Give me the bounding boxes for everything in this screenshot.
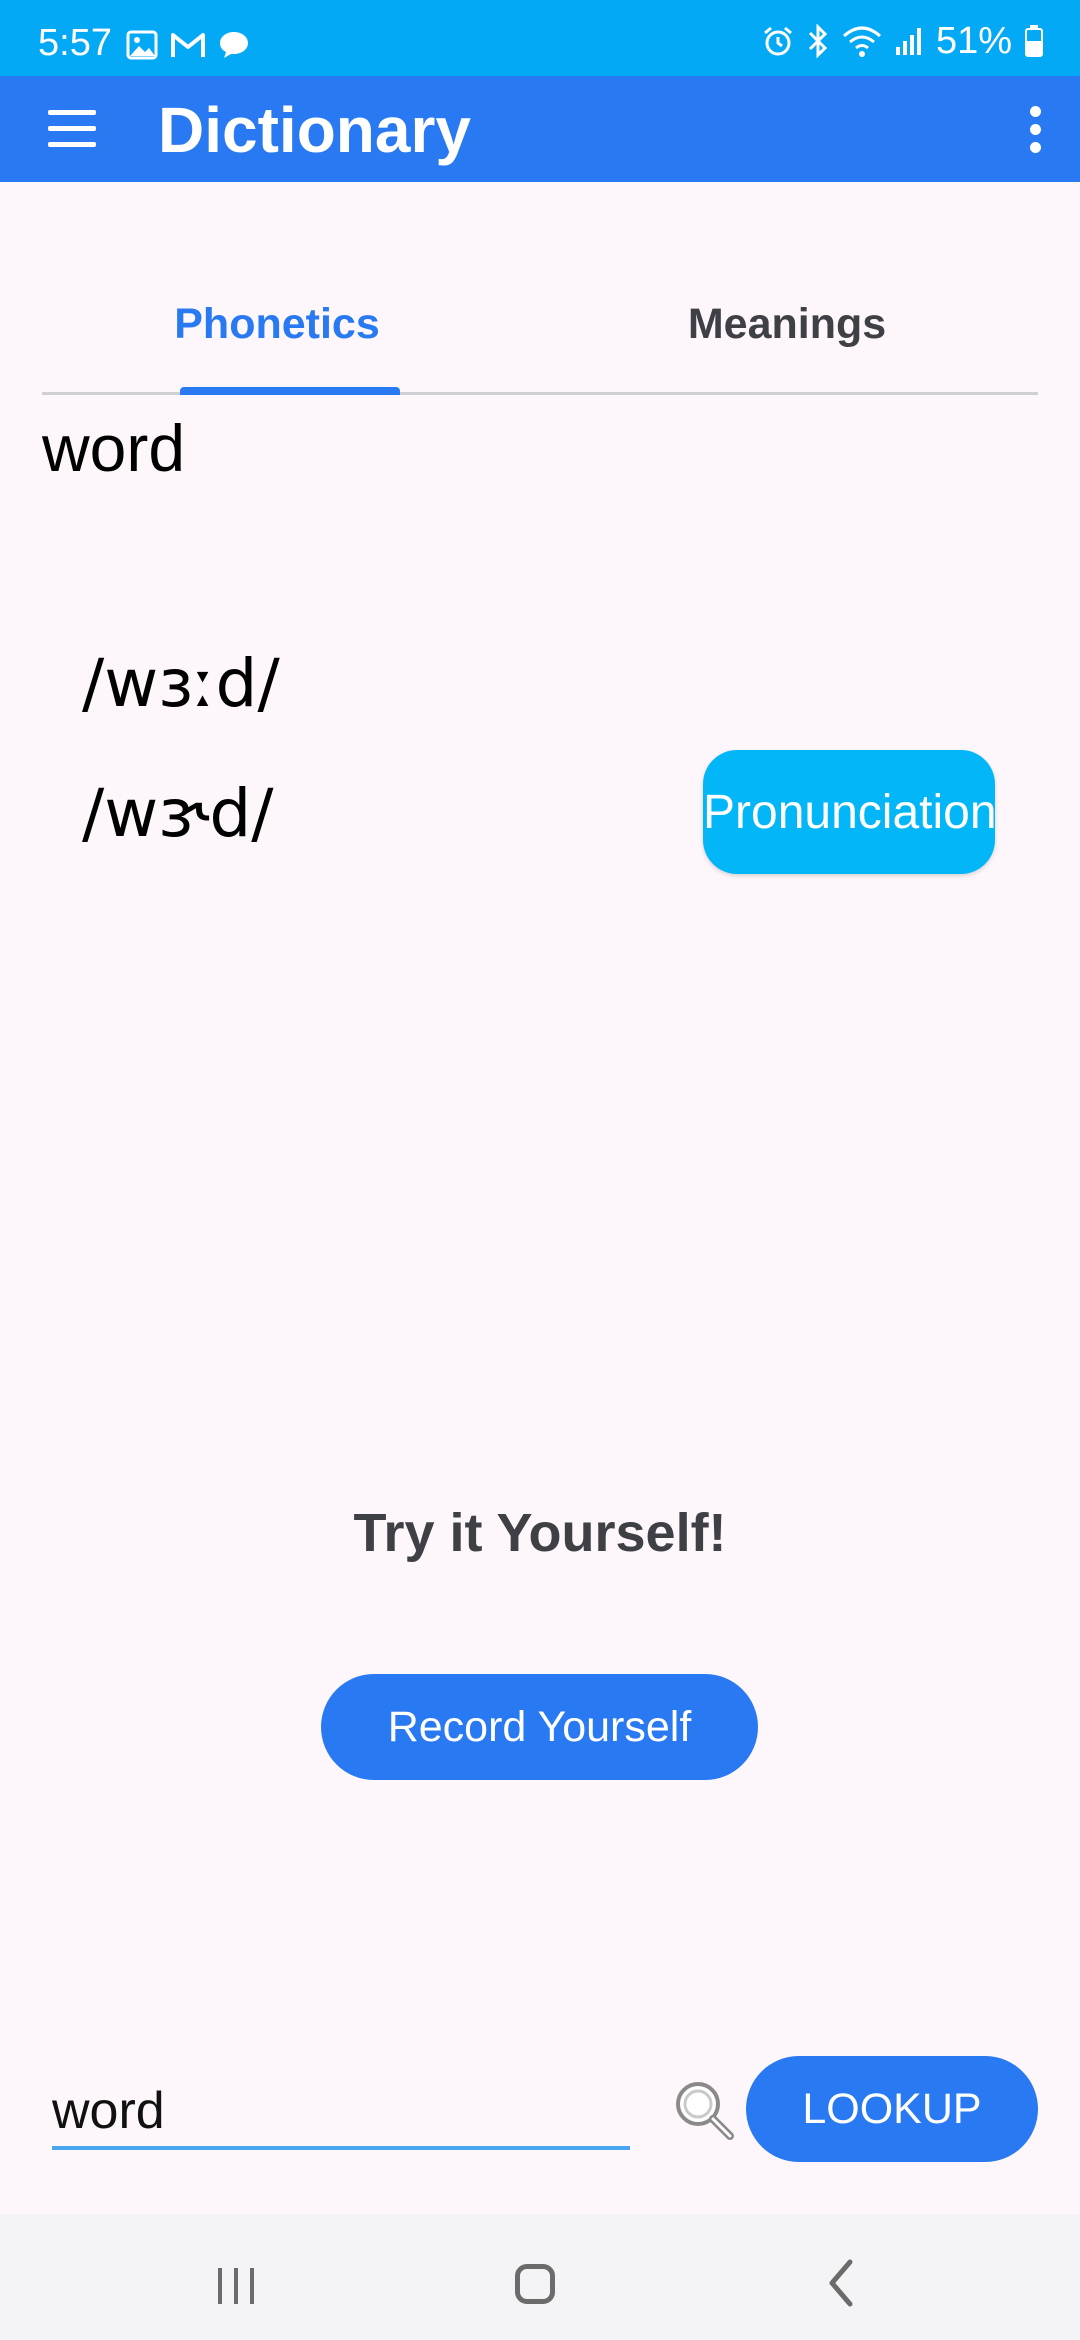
tab-phonetics[interactable]: Phonetics xyxy=(152,300,402,349)
home-icon[interactable] xyxy=(515,2264,555,2304)
status-bar: 5:57 51% xyxy=(0,0,1080,76)
magnifier-icon[interactable] xyxy=(670,2076,738,2144)
status-system-icons: 51% xyxy=(762,22,1044,60)
status-notification-icons xyxy=(126,30,250,60)
search-input[interactable] xyxy=(52,2076,630,2150)
battery-percent: 51% xyxy=(935,20,1012,62)
try-it-heading: Try it Yourself! xyxy=(353,1503,727,1563)
lookup-button[interactable]: LOOKUP xyxy=(746,2056,1038,2162)
record-yourself-button[interactable]: Record Yourself xyxy=(321,1674,758,1780)
wifi-icon xyxy=(842,26,881,57)
tab-meanings[interactable]: Meanings xyxy=(637,300,937,349)
alarm-icon xyxy=(763,26,792,56)
tab-bar: Phonetics Meanings xyxy=(42,270,1038,395)
phonetic-text: /wɜːd/ xyxy=(82,645,280,722)
app-title: Dictionary xyxy=(158,94,471,166)
back-icon[interactable] xyxy=(826,2258,856,2308)
phonetic-text: /wɝd/ xyxy=(82,775,274,852)
chat-icon xyxy=(220,32,248,58)
hamburger-menu-icon[interactable] xyxy=(42,106,102,152)
word-heading: word xyxy=(42,411,186,485)
tab-indicator xyxy=(180,387,400,395)
gmail-icon xyxy=(171,33,205,57)
gallery-icon xyxy=(126,30,158,60)
recent-apps-icon[interactable] xyxy=(214,2266,258,2306)
battery-icon xyxy=(1025,25,1043,57)
pronunciation-button[interactable]: Pronunciation xyxy=(703,750,995,874)
app-bar: Dictionary xyxy=(0,76,1080,182)
bluetooth-icon xyxy=(808,24,828,58)
status-time: 5:57 xyxy=(38,22,112,64)
system-nav-bar xyxy=(0,2214,1080,2340)
signal-icon xyxy=(895,28,921,55)
more-vert-icon[interactable] xyxy=(1010,102,1060,158)
